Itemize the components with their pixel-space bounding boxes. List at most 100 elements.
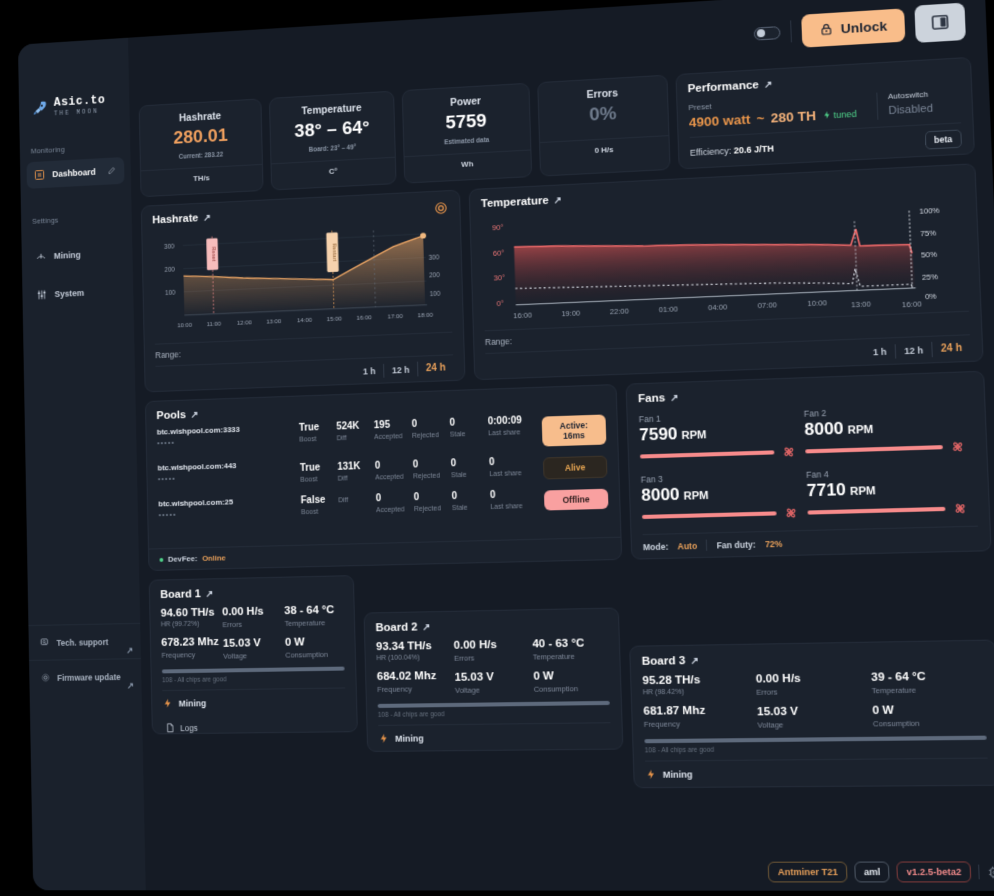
board-voltage-key: Voltage	[757, 720, 784, 730]
panel-toggle-button[interactable]	[914, 2, 966, 43]
pool-url-item[interactable]: btc.wishpool.com:443 •••••	[157, 459, 300, 483]
tuned-badge: tuned	[822, 108, 857, 120]
sidebar-item-label: System	[54, 288, 85, 299]
pencil-icon[interactable]	[107, 166, 116, 175]
hashrate-range-buttons: 1 h 12 h 24 h	[155, 354, 454, 392]
board-2-card[interactable]: Board 2 ↗ 93.34 TH/s HR (100.04%) 684.02…	[363, 607, 624, 753]
range-1h[interactable]: 1 h	[355, 363, 383, 378]
sidebar-item-label: Mining	[53, 249, 81, 261]
pools-title: Pools	[156, 409, 187, 422]
sidebar-link-firmware-update[interactable]: Firmware update ↗	[29, 658, 142, 695]
logs-button[interactable]: Logs	[163, 713, 346, 733]
pool-url-item[interactable]: btc.wishpool.com:25 •••••	[158, 496, 301, 519]
expand-arrow-icon[interactable]: ↗	[203, 212, 211, 223]
fan-gauge	[641, 511, 777, 519]
expand-arrow-icon[interactable]: ↗	[190, 409, 198, 420]
hashrate-chart-card[interactable]: Hashrate ↗ 300 200 100 300 200 100 Reset…	[140, 189, 466, 393]
pool-stale-value: 0	[449, 417, 456, 429]
board-consumption-key: Consumption	[285, 649, 329, 660]
sidebar-item-dashboard[interactable]: Dashboard	[26, 156, 125, 189]
status-badge[interactable]: Offline	[543, 488, 609, 511]
svg-text:12:00: 12:00	[237, 320, 253, 327]
expand-arrow-icon[interactable]: ↗	[553, 195, 562, 206]
beta-badge: beta	[924, 129, 963, 150]
expand-arrow-icon[interactable]: ↗	[690, 655, 699, 666]
sidebar-section-monitoring: Monitoring	[30, 145, 65, 156]
pool-last-share-value: 0:00:09	[487, 415, 522, 428]
svg-text:01:00: 01:00	[659, 306, 678, 314]
kpi-hashrate[interactable]: Hashrate 280.01 Current: 283.22 TH/s	[138, 98, 264, 198]
board-temperature: 39 - 64 °C	[870, 670, 926, 684]
temperature-chart-card[interactable]: Temperature ↗ 90° 60° 30° 0° 100% 75% 50…	[468, 163, 984, 381]
expand-arrow-icon[interactable]: ↗	[764, 79, 773, 90]
svg-text:13:00: 13:00	[851, 301, 871, 310]
kpi-temperature[interactable]: Temperature 38° – 64° Board: 23° – 49° C…	[268, 90, 397, 191]
pools-card[interactable]: Pools ↗ btc.wishpool.com:3333 ••••• btc.…	[144, 384, 623, 571]
version-badge[interactable]: v1.2.5-beta2	[896, 861, 972, 883]
pool-stale-key: Stale	[451, 504, 468, 513]
status-badge[interactable]: Active: 16ms	[541, 414, 607, 447]
table-row: True Boost 524K Diff 195 Accepted 0 Reje…	[299, 412, 607, 454]
svg-text:Reset: Reset	[210, 247, 216, 262]
main-content: Unlock Hashrate 280.01 Current: 283.22 T…	[127, 0, 994, 891]
kpi-value: 5759	[445, 110, 488, 134]
sidebar-item-mining[interactable]: Mining	[28, 239, 126, 270]
board-title: Board 2	[375, 621, 418, 635]
fans-title: Fans	[637, 392, 666, 406]
status-dot-icon	[159, 557, 164, 562]
temperature-plot: 90° 60° 30° 0° 100% 75% 50% 25% 0% 16:00…	[481, 186, 969, 330]
status-badge[interactable]: Alive	[542, 455, 608, 480]
expand-arrow-icon[interactable]: ↗	[670, 392, 679, 403]
kpi-power[interactable]: Power 5759 Estimated data Wh	[401, 82, 532, 184]
logs-label: Logs	[180, 722, 198, 733]
kpi-errors[interactable]: Errors 0% 0 H/s	[536, 74, 671, 177]
range-12h[interactable]: 12 h	[894, 342, 932, 359]
board-title: Board 3	[641, 655, 686, 668]
kpi-value: 38° – 64°	[294, 117, 370, 142]
pool-last-share-value: 0	[489, 489, 496, 502]
kpi-label: Temperature	[301, 102, 362, 118]
board-voltage-key: Voltage	[223, 651, 248, 661]
aml-badge[interactable]: aml	[854, 861, 891, 883]
footer-divider	[706, 539, 708, 551]
app-window: Asic.to THE MOON Monitoring Dashboard Se…	[17, 0, 994, 891]
board-consumption: 0 W	[284, 636, 305, 649]
fan-unit: RPM	[847, 423, 874, 437]
board-status: Mining	[662, 768, 693, 780]
fan-value: 7710	[806, 479, 847, 501]
chip-gear-icon[interactable]	[987, 864, 994, 880]
board-errors: 0.00 H/s	[755, 672, 802, 686]
range-24h[interactable]: 24 h	[931, 340, 971, 358]
kpi-value: 280.01	[173, 125, 229, 149]
fans-card[interactable]: Fans ↗ Fan 1 7590 RPM Fan 2 8000 RPM Fan…	[625, 370, 992, 560]
theme-toggle[interactable]	[753, 25, 781, 41]
kpi-sub: Estimated data	[444, 137, 490, 147]
expand-arrow-icon[interactable]: ↗	[205, 589, 213, 600]
pool-stale-key: Stale	[451, 471, 467, 480]
sidebar-link-tech-support[interactable]: Tech. support ↗	[28, 622, 141, 660]
efficiency-value: 20.6 J/TH	[733, 143, 775, 156]
unlock-button[interactable]: Unlock	[801, 7, 906, 48]
board-hashrate: 93.34 TH/s	[375, 640, 432, 654]
board-voltage: 15.03 V	[454, 671, 495, 684]
fans-footer: Mode: Auto Fan duty: 72%	[642, 525, 979, 559]
pool-stale: 0 Stale	[451, 457, 490, 479]
sidebar-item-system[interactable]: System	[29, 278, 127, 309]
lock-icon	[819, 22, 834, 37]
performance-card[interactable]: Performance ↗ Preset 4900 watt ~ 280 TH	[675, 56, 975, 170]
board-3-card[interactable]: Board 3 ↗ 95.28 TH/s HR (98.42%) 681.87 …	[629, 639, 994, 789]
board-status-row: Mining	[378, 722, 612, 751]
board-1-card[interactable]: Board 1 ↗ 94.60 TH/s HR (99.72%) 678.23 …	[148, 575, 358, 735]
pool-boost-key: Boost	[300, 508, 319, 517]
range-1h[interactable]: 1 h	[864, 344, 895, 359]
range-12h[interactable]: 12 h	[383, 362, 418, 378]
expand-arrow-icon[interactable]: ↗	[422, 622, 431, 633]
fan-mode-value[interactable]: Auto	[677, 540, 697, 551]
pool-stale: 0 Stale	[452, 490, 491, 512]
pool-url-item[interactable]: btc.wishpool.com:3333 •••••	[157, 423, 300, 447]
range-24h[interactable]: 24 h	[417, 360, 454, 377]
pool-last-share-key: Last share	[489, 470, 522, 479]
fan-unit: RPM	[683, 489, 709, 503]
fan-gauge	[805, 445, 943, 454]
device-model-badge[interactable]: Antminer T21	[768, 861, 848, 883]
